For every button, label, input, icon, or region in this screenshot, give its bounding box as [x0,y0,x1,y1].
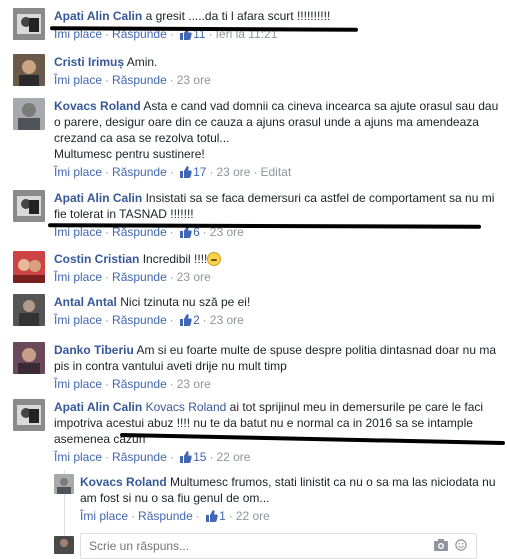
like-link[interactable]: Îmi place [54,313,102,327]
avatar[interactable] [54,474,74,494]
like-link[interactable]: Îmi place [80,509,128,523]
thumbs-up-icon [180,166,192,178]
timestamp[interactable]: 22 ore [236,509,270,523]
comment-text: Incredibil !!!! [142,252,208,266]
avatar[interactable] [13,54,45,86]
avatar[interactable] [13,190,45,222]
avatar-image [13,190,45,222]
comment-author[interactable]: Danko Tiberiu [54,343,134,357]
comment: Apati Alin Calin Kovacs Roland ai tot sp… [0,399,507,467]
comment: Antal Antal Nici tzinuta nu sză pe ei! Î… [0,294,507,334]
my-avatar [54,536,74,554]
thumbs-up-icon [180,226,192,238]
reply-link[interactable]: Răspunde [112,270,167,284]
reply-link[interactable]: Răspunde [138,509,193,523]
timestamp[interactable]: 23 ore [210,313,244,327]
reply-link[interactable]: Răspunde [112,73,167,87]
comment-author[interactable]: Costin Cristian [54,252,139,266]
reply-input[interactable] [87,538,391,554]
avatar-image [13,251,45,283]
smiley-icon[interactable] [454,539,468,551]
avatar[interactable] [13,399,45,431]
reply-box [80,533,477,559]
grimace-emoji-icon [207,252,222,266]
comment: Danko Tiberiu Am si eu foarte multe de s… [0,342,507,394]
avatar[interactable] [13,342,45,374]
timestamp[interactable]: 23 ore [177,270,211,284]
edited-label[interactable]: Editat [260,165,291,179]
avatar-image [13,54,45,86]
avatar[interactable] [13,98,45,130]
like-link[interactable]: Îmi place [54,377,102,391]
comment: Cristi Irimuș Amin. Îmi place · Răspunde · 2… [0,54,507,94]
reply-link[interactable]: Răspunde [112,313,167,327]
avatar-image [13,399,45,431]
timestamp[interactable]: 23 ore [177,377,211,391]
comment-author[interactable]: Antal Antal [54,295,117,309]
mention-link[interactable]: Kovacs Roland [146,400,227,414]
comment-author[interactable]: Apati Alin Calin [54,9,142,23]
avatar-image [13,8,45,40]
avatar-image [13,294,45,326]
reply-link[interactable]: Răspunde [112,377,167,391]
comment-author[interactable]: Kovacs Roland [54,99,141,113]
avatar-image [54,536,74,554]
comment-text-line: Multumesc pentru sustinere! [54,147,205,161]
like-count[interactable]: 17 [180,165,206,179]
thumbs-up-icon [180,451,192,463]
reply-link[interactable]: Răspunde [112,165,167,179]
timestamp[interactable]: 23 ore [177,73,211,87]
like-count[interactable]: 1 [206,509,226,523]
avatar-image [54,474,74,494]
avatar[interactable] [13,251,45,283]
avatar-image [13,98,45,130]
comment-text: a gresit .....da ti l afara scurt !!!!!!… [145,9,331,23]
timestamp[interactable]: 22 ore [216,450,250,464]
thumbs-up-icon [206,510,218,522]
timestamp[interactable]: 23 ore [216,165,250,179]
like-link[interactable]: Îmi place [54,450,102,464]
like-link[interactable]: Îmi place [54,73,102,87]
reply-link[interactable]: Răspunde [112,450,167,464]
like-link[interactable]: Îmi place [54,270,102,284]
comment: Apati Alin Calin Insistati sa se faca de… [0,190,507,242]
reply-comment: Kovacs Roland Multumesc frumos, stati li… [0,474,507,526]
thumbs-up-icon [180,314,192,326]
comment: Kovacs Roland Asta e cand vad domnii ca … [0,98,507,182]
like-link[interactable]: Îmi place [54,165,102,179]
comment: Costin Cristian Incredibil !!!! Îmi plac… [0,251,507,291]
comment-text: Amin. [126,55,158,69]
comment-author[interactable]: Kovacs Roland [80,475,167,489]
like-count[interactable]: 2 [180,313,200,327]
camera-icon[interactable] [434,539,448,551]
comment-author[interactable]: Cristi Irimuș [54,55,124,69]
avatar[interactable] [13,294,45,326]
comment-text: Nici tzinuta nu sză pe ei! [120,295,251,309]
comment-author[interactable]: Apati Alin Calin [54,191,142,205]
comment-author[interactable]: Apati Alin Calin [54,400,142,414]
like-count[interactable]: 15 [180,450,206,464]
avatar[interactable] [13,8,45,40]
avatar-image [13,342,45,374]
